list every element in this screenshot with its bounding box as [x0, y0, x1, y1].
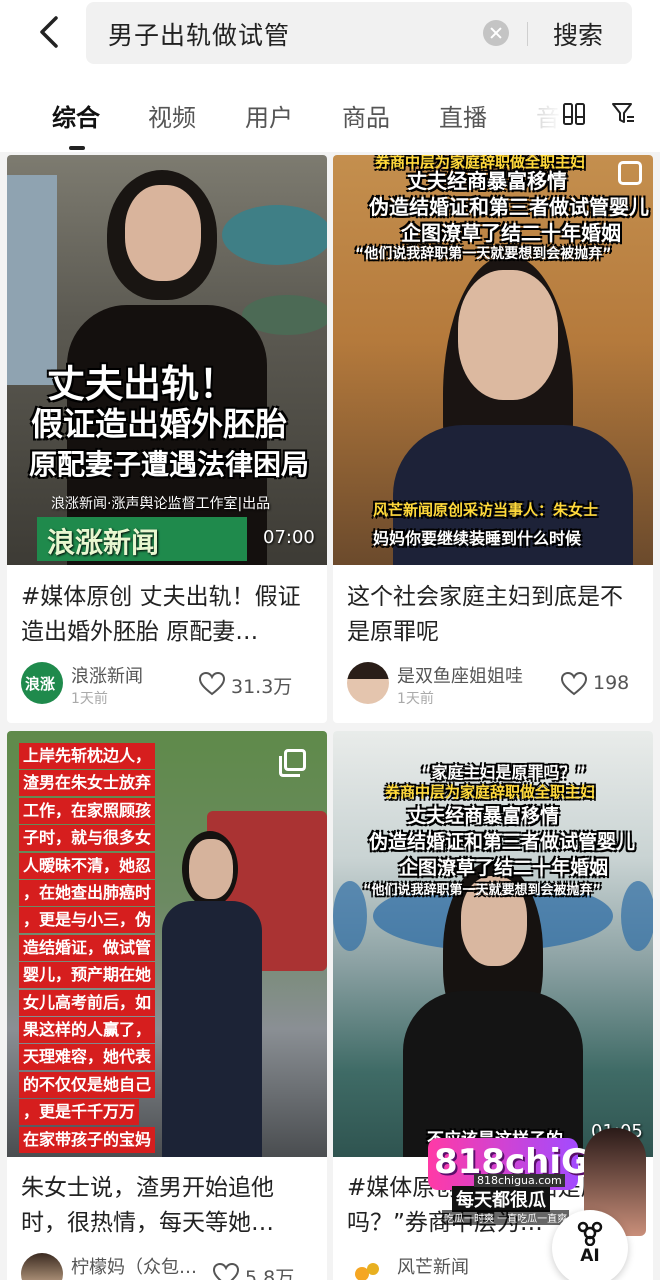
author-row: 柠檬妈（众包… 5.8万: [21, 1253, 313, 1280]
multi-image-icon: [279, 749, 306, 777]
overlay-line: 伪造结婚证和第三者做试管婴儿: [369, 195, 649, 219]
tab-video[interactable]: 视频: [148, 98, 196, 133]
overlay-line: ，更是千千万万: [19, 1099, 140, 1126]
overlay-line: 丈夫经商暴富移情: [407, 805, 560, 827]
overlay-line: 上岸先斩枕边人，: [19, 743, 156, 769]
avatar[interactable]: [347, 662, 389, 704]
overlay-line: 婴儿，预产期在她: [19, 962, 156, 989]
clear-icon[interactable]: [483, 20, 509, 46]
overlay-line: 企图潦草了结二十年婚姻: [399, 857, 609, 879]
tab-live[interactable]: 直播: [439, 98, 487, 133]
video-card[interactable]: 券商中层为家庭辞职做全职主妇 丈夫经商暴富移情 伪造结婚证和第三者做试管婴儿 企…: [333, 155, 653, 723]
author-name[interactable]: 风芒新闻: [397, 1253, 469, 1279]
overlay-line: 人暧昧不清，她忍: [19, 852, 156, 879]
search-input[interactable]: 男子出轨做试管 搜索: [86, 2, 632, 64]
overlay-line: 假证造出婚外胚胎: [31, 405, 288, 443]
overlay-line: 女儿高考前后，如: [19, 989, 156, 1016]
avatar[interactable]: [347, 1253, 389, 1280]
card-title: 这个社会家庭主妇到底是不是原罪呢: [347, 584, 623, 645]
overlay-line: 丈夫经商暴富移情: [407, 169, 567, 193]
like-button[interactable]: 198: [561, 672, 629, 698]
author-name[interactable]: 柠檬妈（众包…: [71, 1253, 197, 1279]
video-duration: 07:00: [263, 527, 315, 548]
video-thumbnail: “家庭主妇是原罪吗？” 券商中层为家庭辞职做全职主妇 丈夫经商暴富移情 伪造结婚…: [333, 731, 653, 1157]
multi-image-icon: [618, 161, 642, 185]
overlay-interview: 风芒新闻原创采访当事人：朱女士: [373, 501, 599, 519]
card-title: 朱女士说，渣男开始追他时，很热情，每天等她…: [21, 1175, 274, 1236]
like-button[interactable]: 31.3万: [199, 672, 299, 698]
overlay-line: 渣男在朱女士放弃: [19, 770, 156, 797]
author-row: 浪涨 浪涨新闻 1天前 31.3万: [21, 662, 313, 708]
author-name[interactable]: 是双鱼座姐姐哇: [397, 662, 523, 688]
post-time: 1天前: [397, 691, 434, 707]
active-tab-indicator: [69, 146, 85, 150]
overlay-line: 券商中层为家庭辞职做全职主妇: [385, 783, 596, 801]
video-thumbnail: 券商中层为家庭辞职做全职主妇 丈夫经商暴富移情 伪造结婚证和第三者做试管婴儿 企…: [333, 155, 653, 565]
video-card[interactable]: 上岸先斩枕边人， 渣男在朱女士放弃 工作，在家照顾孩 子时，就与很多女 人暧昧不清，她忍…: [7, 731, 327, 1280]
overlay-line: 伪造结婚证和第三者做试管婴儿: [369, 831, 636, 853]
back-arrow-icon[interactable]: [30, 12, 70, 52]
overlay-line: 工作，在家照顾孩: [19, 797, 156, 824]
tab-users[interactable]: 用户: [245, 98, 293, 133]
video-duration: 01:05: [591, 1121, 643, 1142]
overlay-line: 的不仅仅是她自己: [19, 1071, 156, 1098]
overlay-subtitle: 妈妈你要继续装睡到什么时候: [373, 529, 582, 548]
heart-icon: [561, 672, 587, 696]
avatar[interactable]: 浪涨: [21, 662, 63, 704]
search-header: 男子出轨做试管 搜索: [0, 0, 660, 82]
overlay-line: “他们说我辞职第一天就要想到会被抛弃”: [355, 246, 612, 262]
overlay-line: 在家带孩子的宝妈: [19, 1126, 156, 1153]
post-time: 1天前: [71, 691, 108, 707]
author-row: 是双鱼座姐姐哇 1天前 198: [347, 662, 639, 708]
card-title: #媒体原创 丈夫出轨！假证造出婚外胚胎 原配妻…: [21, 584, 301, 645]
ai-label: AI: [580, 1246, 600, 1266]
divider: [527, 22, 528, 46]
video-thumbnail: 上岸先斩枕边人， 渣男在朱女士放弃 工作，在家照顾孩 子时，就与很多女 人暧昧不清，她忍…: [7, 731, 327, 1157]
overlay-line: 子时，就与很多女: [19, 825, 156, 852]
overlay-credit: 浪涨新闻·涨声舆论监督工作室|出品: [51, 496, 271, 512]
overlay-subtitle: 不应该是这样子的: [427, 1130, 563, 1150]
author-name[interactable]: 浪涨新闻: [71, 662, 143, 688]
like-count: 31.3万: [231, 676, 293, 698]
ai-sparkle-icon: [577, 1221, 603, 1246]
heart-icon: [213, 1263, 239, 1280]
search-button[interactable]: 搜索: [553, 16, 603, 52]
like-button[interactable]: 5.8万: [213, 1263, 299, 1280]
tab-comprehensive[interactable]: 综合: [52, 98, 100, 133]
filter-icon[interactable]: [610, 100, 636, 126]
tab-music[interactable]: 音: [536, 98, 560, 133]
video-thumbnail: 丈夫出轨！ 假证造出婚外胚胎 原配妻子遭遇法律困局 浪涨新闻·涨声舆论监督工作室…: [7, 155, 327, 565]
overlay-logo: 浪涨新闻: [47, 526, 160, 559]
overlay-line: 果这样的人赢了，: [19, 1017, 156, 1043]
avatar[interactable]: [21, 1253, 63, 1280]
heart-icon: [199, 672, 225, 696]
like-count: 5.8万: [245, 1267, 295, 1280]
overlay-line: 造结婚证，做试管: [19, 934, 156, 961]
like-count: 198: [593, 672, 630, 694]
ai-assistant-button[interactable]: AI: [552, 1210, 628, 1280]
overlay-line: 天理难容，她代表: [19, 1044, 156, 1071]
video-card[interactable]: 丈夫出轨！ 假证造出婚外胚胎 原配妻子遭遇法律困局 浪涨新闻·涨声舆论监督工作室…: [7, 155, 327, 723]
overlay-line: 原配妻子遭遇法律困局: [29, 448, 310, 481]
overlay-line: “他们说我辞职第一天就要想到会被抛弃”: [363, 883, 602, 898]
double-column-icon[interactable]: [562, 102, 586, 126]
video-card[interactable]: “家庭主妇是原罪吗？” 券商中层为家庭辞职做全职主妇 丈夫经商暴富移情 伪造结婚…: [333, 731, 653, 1280]
overlay-line: ，在她查出肺癌时: [19, 880, 156, 906]
search-query[interactable]: 男子出轨做试管: [108, 16, 290, 52]
overlay-line: ，更是与小三，伪: [19, 907, 156, 934]
result-tabs: 综合 视频 用户 商品 直播 音: [0, 82, 660, 152]
overlay-line: 企图潦草了结二十年婚姻: [401, 221, 621, 245]
tab-products[interactable]: 商品: [342, 98, 390, 133]
overlay-line: “家庭主妇是原罪吗？”: [421, 763, 587, 782]
